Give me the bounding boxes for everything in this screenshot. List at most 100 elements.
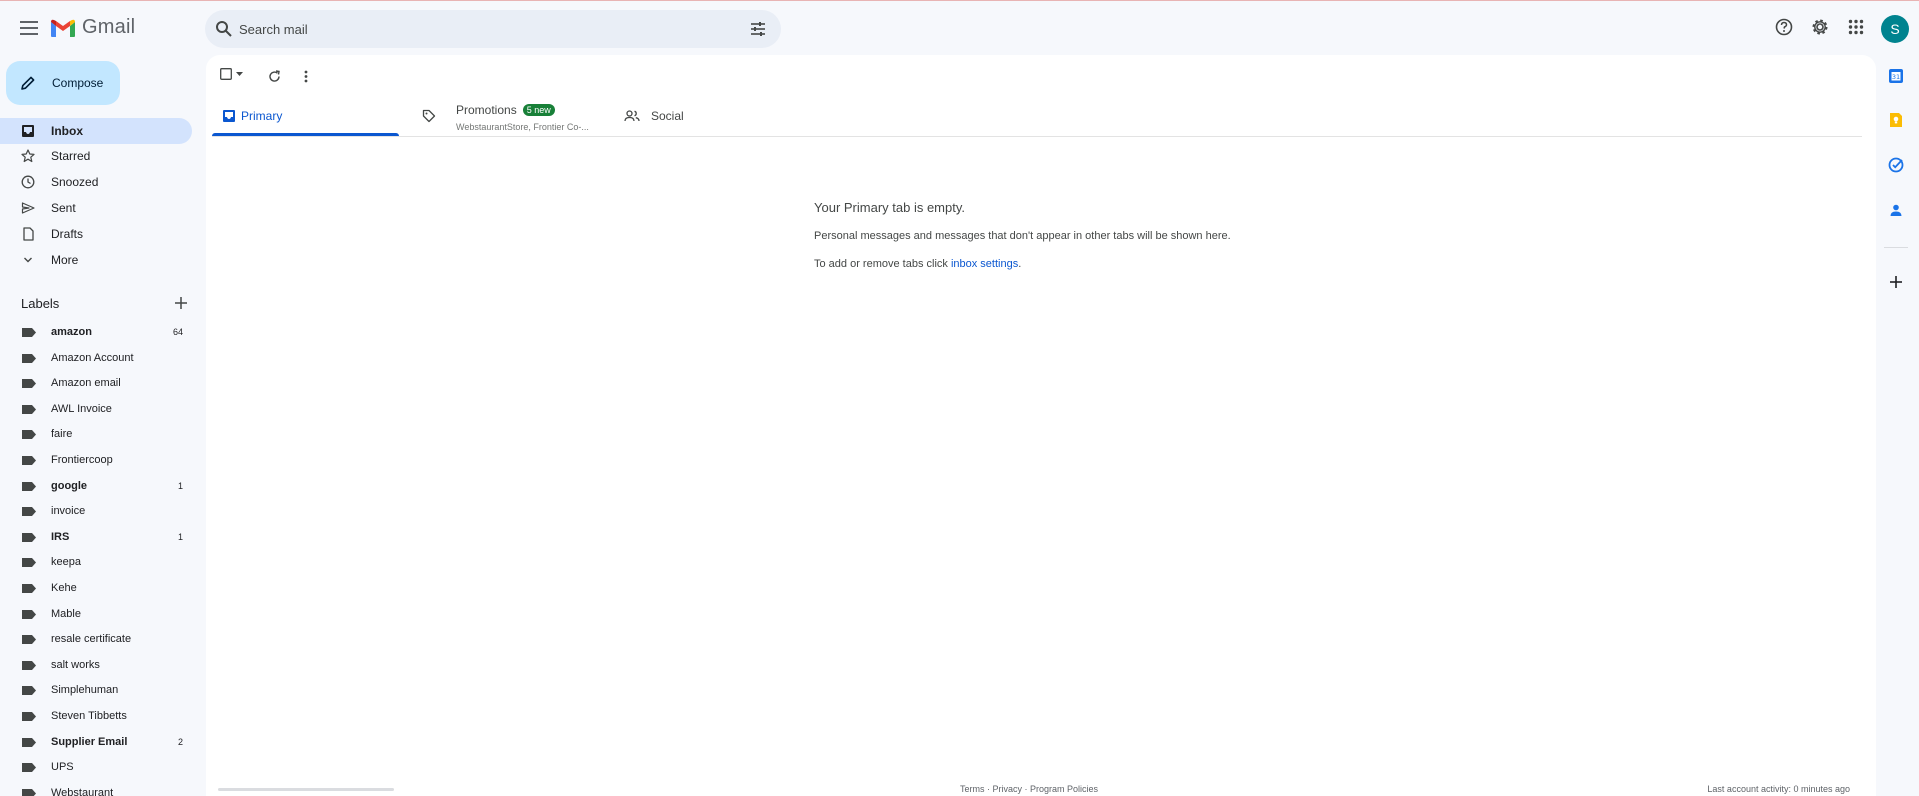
label-name: Kehe	[51, 582, 77, 594]
tab-promotions[interactable]: Promotions 5 new WebstaurantStore, Fronti…	[413, 95, 603, 137]
label-name: keepa	[51, 556, 81, 568]
sidebar-label-item[interactable]: Mable	[0, 603, 192, 625]
help-icon	[1775, 18, 1793, 36]
plus-icon	[1890, 276, 1902, 288]
search-icon[interactable]	[215, 20, 233, 38]
sidebar-label-item[interactable]: salt works	[0, 654, 192, 676]
star-icon	[21, 149, 35, 163]
empty-state-hint-text: To add or remove tabs click	[814, 258, 951, 270]
label-tag-icon	[22, 610, 36, 619]
label-tag-icon	[22, 328, 36, 337]
label-name: Frontiercoop	[51, 454, 113, 466]
send-icon	[21, 202, 35, 214]
side-panel-divider	[1884, 247, 1908, 248]
sidebar-label-item[interactable]: Webstaurant	[0, 782, 192, 796]
label-name: resale certificate	[51, 633, 132, 645]
keep-app-button[interactable]	[1885, 109, 1907, 131]
hamburger-icon	[20, 21, 38, 35]
label-unread-count: 2	[177, 737, 183, 747]
settings-button[interactable]	[1808, 15, 1832, 39]
sidebar-label-item[interactable]: google 1	[0, 475, 192, 497]
contacts-app-button[interactable]	[1885, 199, 1907, 221]
inbox-settings-link[interactable]: inbox settings	[951, 258, 1018, 270]
sidebar-item-label: Sent	[51, 201, 76, 215]
sidebar-label-item[interactable]: Steven Tibbetts	[0, 705, 192, 727]
tab-social[interactable]: Social	[606, 95, 796, 137]
search-bar[interactable]	[205, 10, 781, 48]
sidebar-item-drafts[interactable]: Drafts	[0, 221, 192, 247]
contacts-icon	[1890, 204, 1902, 216]
sidebar-label-item[interactable]: Frontiercoop	[0, 449, 192, 471]
label-tag-icon	[22, 456, 36, 465]
sidebar-label-item[interactable]: keepa	[0, 551, 192, 573]
label-tag-icon	[22, 558, 36, 567]
search-input[interactable]	[239, 18, 719, 40]
compose-button[interactable]: Compose	[6, 61, 120, 105]
tasks-app-button[interactable]	[1885, 154, 1907, 176]
labels-header: Labels	[21, 293, 191, 313]
tab-primary[interactable]: Primary	[212, 95, 399, 137]
checkbox-icon	[220, 68, 232, 80]
sidebar-item-label: Snoozed	[51, 175, 99, 189]
google-apps-button[interactable]	[1844, 15, 1868, 39]
refresh-button[interactable]	[263, 65, 285, 87]
more-options-button[interactable]	[295, 65, 317, 87]
caret-down-icon	[236, 71, 243, 76]
label-name: AWL Invoice	[51, 403, 112, 415]
last-account-activity[interactable]: Last account activity: 0 minutes ago	[1707, 784, 1850, 794]
label-name: Steven Tibbetts	[51, 710, 127, 722]
sidebar-label-item[interactable]: Amazon email	[0, 372, 192, 394]
account-avatar[interactable]: S	[1881, 15, 1909, 43]
calendar-app-button[interactable]: 31	[1885, 65, 1907, 87]
sidebar-item-starred[interactable]: Starred	[0, 143, 192, 169]
sidebar-label-item[interactable]: Kehe	[0, 577, 192, 599]
sidebar-item-sent[interactable]: Sent	[0, 195, 192, 221]
empty-state-hint: To add or remove tabs click inbox settin…	[814, 258, 1021, 270]
label-unread-count: 1	[177, 481, 183, 491]
sidebar-label-item[interactable]: AWL Invoice	[0, 398, 192, 420]
program-policies-link[interactable]: Program Policies	[1030, 784, 1098, 794]
plus-icon[interactable]	[175, 297, 187, 309]
sidebar-item-more[interactable]: More	[0, 247, 192, 273]
label-name: invoice	[51, 505, 86, 517]
draft-icon	[23, 227, 34, 241]
terms-link[interactable]: Terms	[960, 784, 985, 794]
label-name: Amazon Account	[51, 352, 134, 364]
sidebar-item-inbox[interactable]: Inbox	[0, 118, 192, 144]
label-unread-count: 1	[177, 532, 183, 542]
horizontal-scrollbar[interactable]	[218, 788, 394, 791]
label-tag-icon	[22, 712, 36, 721]
label-name: Supplier Email	[51, 736, 128, 748]
select-all-checkbox[interactable]	[220, 68, 243, 80]
sidebar-item-snoozed[interactable]: Snoozed	[0, 169, 192, 195]
label-tag-icon	[22, 379, 36, 388]
support-button[interactable]	[1772, 15, 1796, 39]
main-menu-button[interactable]	[14, 13, 44, 43]
label-tag-icon	[22, 584, 36, 593]
label-tag-icon	[22, 763, 36, 772]
privacy-link[interactable]: Privacy	[993, 784, 1023, 794]
keep-icon	[1890, 113, 1902, 127]
tab-social-label: Social	[651, 109, 684, 123]
sidebar-label-item[interactable]: Simplehuman	[0, 679, 192, 701]
sidebar-label-item[interactable]: invoice	[0, 500, 192, 522]
main-panel: Primary Promotions 5 new WebstaurantStore…	[206, 55, 1876, 796]
search-options-icon[interactable]	[749, 20, 767, 38]
tab-primary-label: Primary	[241, 109, 283, 123]
sidebar-label-item[interactable]: UPS	[0, 756, 192, 778]
label-name: Amazon email	[51, 377, 121, 389]
label-name: google	[51, 480, 88, 492]
pencil-icon	[21, 76, 35, 90]
tab-promotions-label: Promotions	[456, 103, 517, 117]
sidebar-label-item[interactable]: IRS 1	[0, 526, 192, 548]
sidebar-label-item[interactable]: faire	[0, 423, 192, 445]
sidebar-label-item[interactable]: amazon 64	[0, 321, 192, 343]
sidebar-label-item[interactable]: Amazon Account	[0, 347, 192, 369]
label-tag-icon	[22, 482, 36, 491]
gmail-logo[interactable]: Gmail	[50, 16, 135, 39]
sidebar-label-item[interactable]: Supplier Email 2	[0, 731, 192, 753]
get-addons-button[interactable]	[1885, 271, 1907, 293]
label-tag-icon	[22, 738, 36, 747]
label-unread-count: 64	[172, 327, 183, 337]
sidebar-label-item[interactable]: resale certificate	[0, 628, 192, 650]
